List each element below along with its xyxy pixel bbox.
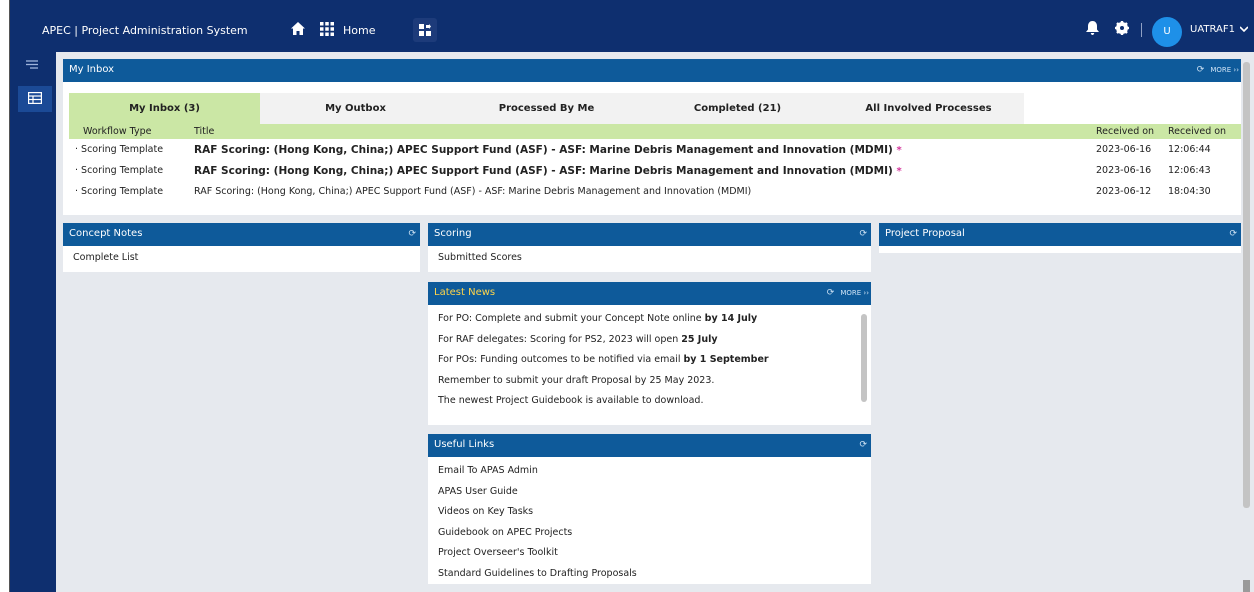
link-email-admin[interactable]: Email To APAS Admin — [428, 461, 871, 482]
news-item[interactable]: For RAF delegates: Scoring for PS2, 2023… — [428, 330, 871, 351]
home-link[interactable]: Home — [343, 24, 375, 37]
page-scrollbar[interactable] — [1243, 62, 1250, 508]
tab-my-inbox[interactable]: My Inbox (3) — [69, 93, 260, 124]
project-proposal-title: Project Proposal — [885, 228, 965, 239]
latest-news-panel: Latest News ⟳ MORE ›› For PO: Complete an… — [428, 282, 871, 425]
refresh-icon[interactable]: ⟳ — [859, 434, 867, 456]
apps-grid-icon[interactable] — [320, 22, 334, 39]
table-row[interactable]: · Scoring Template RAF Scoring: (Hong Ko… — [69, 160, 1241, 181]
row-title[interactable]: RAF Scoring: (Hong Kong, China;) APEC Su… — [188, 181, 1090, 202]
table-header: Workflow Type Title Received on Received… — [69, 124, 1241, 139]
col-workflow-type[interactable]: Workflow Type — [69, 124, 188, 139]
complete-list-link[interactable]: Complete List — [63, 246, 420, 267]
refresh-icon[interactable]: ⟳ — [1229, 223, 1237, 245]
link-overseer-toolkit[interactable]: Project Overseer's Toolkit — [428, 543, 871, 564]
inbox-panel: My Inbox ⟳ MORE ›› My Inbox (3) My Outbox… — [63, 59, 1241, 215]
link-guidebook[interactable]: Guidebook on APEC Projects — [428, 523, 871, 544]
latest-news-title: Latest News — [434, 287, 496, 298]
row-type: · Scoring Template — [75, 186, 164, 197]
gear-icon[interactable] — [1115, 21, 1129, 38]
concept-notes-header: Concept Notes ⟳ — [63, 223, 420, 246]
home-icon[interactable] — [291, 22, 305, 38]
link-user-guide[interactable]: APAS User Guide — [428, 482, 871, 503]
chevron-down-icon[interactable] — [1239, 24, 1249, 35]
tab-my-outbox[interactable]: My Outbox — [260, 93, 451, 124]
submitted-scores-link[interactable]: Submitted Scores — [428, 246, 871, 267]
row-type: · Scoring Template — [75, 144, 164, 155]
refresh-icon[interactable]: ⟳ — [827, 288, 835, 298]
news-item[interactable]: For POs: Funding outcomes to be notified… — [428, 350, 871, 371]
side-nav — [10, 52, 56, 592]
row-date: 2023-06-12 — [1096, 186, 1152, 197]
row-time: 12:06:43 — [1168, 165, 1211, 176]
inbox-table: Workflow Type Title Received on Received… — [69, 124, 1241, 202]
tab-completed[interactable]: Completed (21) — [642, 93, 833, 124]
useful-links-panel: Useful Links ⟳ Email To APAS Admin APAS U… — [428, 434, 871, 584]
bell-icon[interactable] — [1086, 21, 1099, 38]
link-drafting-guidelines[interactable]: Standard Guidelines to Drafting Proposal… — [428, 564, 871, 585]
inbox-more-link[interactable]: ⟳ MORE ›› — [1197, 59, 1239, 81]
col-received-date[interactable]: Received on — [1090, 124, 1162, 139]
link-videos[interactable]: Videos on Key Tasks — [428, 502, 871, 523]
concept-notes-panel: Concept Notes ⟳ Complete List — [63, 223, 420, 272]
project-proposal-panel: Project Proposal ⟳ — [879, 223, 1241, 253]
refresh-icon[interactable]: ⟳ — [1197, 65, 1205, 75]
row-type: · Scoring Template — [75, 165, 164, 176]
toolbar-divider — [1141, 23, 1142, 37]
scoring-panel: Scoring ⟳ Submitted Scores — [428, 223, 871, 272]
unread-marker: * — [896, 165, 902, 177]
row-time: 18:04:30 — [1168, 186, 1211, 197]
table-row[interactable]: · Scoring Template RAF Scoring: (Hong Ko… — [69, 181, 1241, 202]
scroll-down-button[interactable] — [1243, 580, 1250, 592]
useful-links-title: Useful Links — [434, 439, 495, 450]
tab-processed-by-me[interactable]: Processed By Me — [451, 93, 642, 124]
useful-links-header: Useful Links ⟳ — [428, 434, 871, 457]
col-received-time[interactable]: Received on — [1162, 124, 1241, 139]
row-title[interactable]: RAF Scoring: (Hong Kong, China;) APEC Su… — [188, 160, 1090, 181]
col-title[interactable]: Title — [188, 124, 1090, 139]
news-scrollbar[interactable] — [861, 314, 867, 402]
refresh-icon[interactable]: ⟳ — [408, 223, 416, 245]
inbox-header: My Inbox ⟳ MORE ›› — [63, 59, 1241, 82]
inbox-title: My Inbox — [69, 64, 115, 75]
menu-toggle-icon[interactable] — [26, 60, 38, 72]
row-date: 2023-06-16 — [1096, 144, 1152, 155]
news-item[interactable]: Remember to submit your draft Proposal b… — [428, 371, 871, 392]
row-time: 12:06:44 — [1168, 144, 1211, 155]
refresh-icon[interactable]: ⟳ — [859, 223, 867, 245]
concept-notes-title: Concept Notes — [69, 228, 143, 239]
unread-marker: * — [896, 144, 902, 156]
table-row[interactable]: · Scoring Template RAF Scoring: (Hong Ko… — [69, 139, 1241, 160]
app-title[interactable]: APEC | Project Administration System — [42, 24, 248, 37]
tab-all-involved[interactable]: All Involved Processes — [833, 93, 1024, 124]
switch-view-icon[interactable] — [413, 18, 437, 42]
user-avatar[interactable]: U — [1152, 17, 1182, 47]
user-name[interactable]: UATRAF1 — [1190, 24, 1235, 35]
news-more-link[interactable]: ⟳ MORE ›› — [827, 282, 869, 304]
news-item[interactable]: The newest Project Guidebook is availabl… — [428, 391, 871, 412]
row-date: 2023-06-16 — [1096, 165, 1152, 176]
dashboard-nav-item[interactable] — [18, 86, 52, 112]
news-item[interactable]: For PO: Complete and submit your Concept… — [428, 309, 871, 330]
top-navbar: APEC | Project Administration System Hom… — [10, 0, 1254, 52]
window-edge — [0, 0, 10, 592]
scoring-title: Scoring — [434, 228, 472, 239]
row-title[interactable]: RAF Scoring: (Hong Kong, China;) APEC Su… — [188, 139, 1090, 160]
latest-news-header: Latest News ⟳ MORE ›› — [428, 282, 871, 305]
scoring-header: Scoring ⟳ — [428, 223, 871, 246]
project-proposal-header: Project Proposal ⟳ — [879, 223, 1241, 246]
